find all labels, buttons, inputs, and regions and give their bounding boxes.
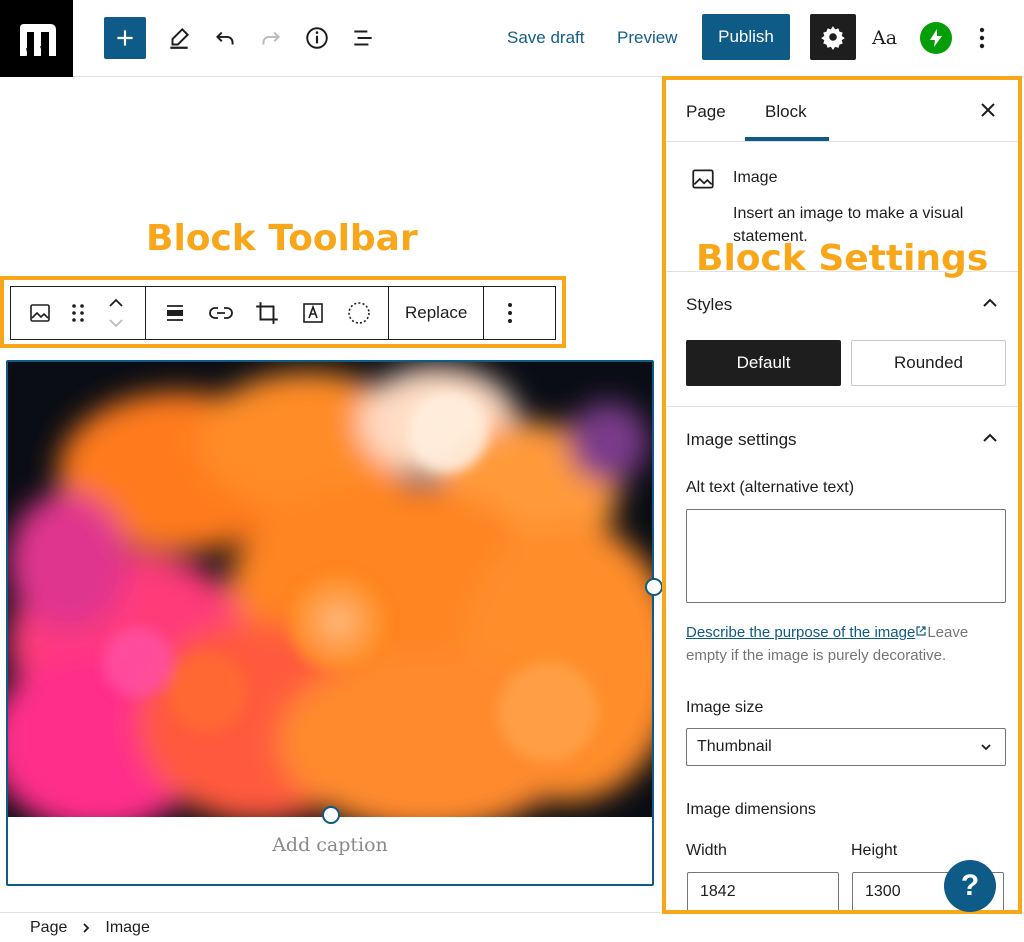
align-button[interactable]: [152, 290, 198, 336]
text-overlay-icon: [303, 303, 323, 323]
undo-icon: [216, 31, 234, 45]
add-block-button[interactable]: [104, 17, 146, 59]
block-toolbar: Replace: [10, 286, 556, 340]
width-input[interactable]: 1842: [687, 872, 839, 910]
redo-icon: [262, 31, 280, 45]
site-logo-icon: [19, 23, 56, 59]
jetpack-bolt-icon: [930, 29, 942, 47]
sidebar-tabs: Page Block: [666, 80, 1018, 142]
plus-icon: [117, 30, 133, 46]
link-icon: [209, 307, 233, 319]
more-vertical-icon: [979, 27, 985, 49]
describe-purpose-link[interactable]: Describe the purpose of the image: [686, 624, 915, 641]
caption-input[interactable]: Add caption: [8, 834, 652, 856]
resize-handle-bottom[interactable]: [322, 806, 340, 824]
settings-sidebar: Page Block Image Insert an image to make…: [662, 76, 1022, 914]
text-overlay-button[interactable]: [290, 290, 336, 336]
chevron-right-icon: [83, 922, 90, 933]
image-settings-panel-toggle[interactable]: Image settings: [686, 430, 797, 450]
block-options-button[interactable]: [490, 290, 530, 336]
more-options-group: [484, 287, 536, 339]
resize-handle-right[interactable]: [645, 578, 663, 596]
alt-text-label: Alt text (alternative text): [686, 479, 855, 496]
editor-header: Save draft Preview Publish Aa: [0, 0, 1024, 77]
list-view-icon: [354, 30, 372, 46]
block-toolbar-highlight: Replace: [0, 276, 566, 348]
undo-button[interactable]: [206, 17, 244, 59]
alt-text-textarea[interactable]: [686, 509, 1006, 603]
list-view-button[interactable]: [344, 17, 382, 59]
breadcrumb-page[interactable]: Page: [30, 919, 67, 937]
chevron-up-icon[interactable]: [980, 293, 1000, 313]
height-label: Height: [851, 842, 898, 859]
panel-divider: [666, 406, 1018, 407]
link-button[interactable]: [198, 290, 244, 336]
drag-dots-icon: [72, 304, 84, 322]
details-button[interactable]: [298, 17, 336, 59]
options-menu-button[interactable]: [970, 22, 994, 54]
tools-button[interactable]: [160, 17, 198, 59]
block-controls-group: [146, 287, 389, 339]
move-up-down-buttons[interactable]: [93, 290, 139, 336]
block-card-title: Image: [733, 169, 778, 186]
image-icon: [692, 169, 714, 189]
image-size-label: Image size: [686, 699, 764, 716]
duotone-icon: [348, 302, 370, 324]
chevron-up-down-icon: [109, 298, 123, 328]
active-tab-indicator: [745, 137, 829, 141]
external-link-icon: [916, 626, 926, 636]
settings-button[interactable]: [810, 14, 856, 60]
help-button[interactable]: ?: [944, 860, 996, 912]
site-logo-button[interactable]: [0, 0, 73, 77]
image-icon: [30, 304, 50, 322]
tab-block[interactable]: Block: [765, 102, 807, 122]
publish-button[interactable]: Publish: [702, 14, 790, 60]
align-icon: [167, 305, 183, 321]
image-size-value: Thumbnail: [697, 738, 772, 755]
alt-text-help: Describe the purpose of the image Leave e…: [686, 621, 1006, 667]
styles-button[interactable]: Aa: [872, 27, 897, 49]
annotation-block-settings: Block Settings: [696, 238, 989, 279]
replace-group: Replace: [389, 287, 485, 339]
pencil-icon: [170, 27, 190, 49]
image-size-select[interactable]: Thumbnail: [686, 728, 1006, 766]
preview-button[interactable]: Preview: [617, 28, 677, 48]
save-draft-button[interactable]: Save draft: [507, 28, 585, 48]
crop-button[interactable]: [244, 290, 290, 336]
replace-button[interactable]: Replace: [395, 303, 477, 323]
chevron-up-icon[interactable]: [980, 428, 1000, 448]
tab-page[interactable]: Page: [686, 102, 726, 122]
duotone-button[interactable]: [336, 290, 382, 336]
block-type-button[interactable]: [17, 290, 63, 336]
info-icon: [306, 27, 328, 49]
redo-button[interactable]: [252, 17, 290, 59]
block-breadcrumb: Page Image: [0, 912, 660, 942]
block-image: [8, 362, 652, 817]
more-vertical-icon: [508, 303, 513, 323]
annotation-block-toolbar: Block Toolbar: [146, 218, 418, 259]
gear-icon: [821, 26, 845, 50]
chevron-down-icon: [981, 744, 991, 751]
style-rounded-button[interactable]: Rounded: [851, 340, 1006, 386]
styles-panel-toggle[interactable]: Styles: [686, 295, 732, 315]
style-default-button[interactable]: Default: [686, 340, 841, 386]
width-label: Width: [686, 842, 727, 859]
crop-icon: [256, 302, 278, 324]
close-icon[interactable]: [976, 98, 1000, 122]
block-switcher-group: [11, 287, 146, 339]
jetpack-button[interactable]: [920, 22, 952, 54]
drag-handle[interactable]: [63, 290, 93, 336]
breadcrumb-image: Image: [105, 918, 150, 936]
image-dimensions-label: Image dimensions: [686, 801, 816, 818]
ink-smoke-image: [8, 362, 652, 817]
